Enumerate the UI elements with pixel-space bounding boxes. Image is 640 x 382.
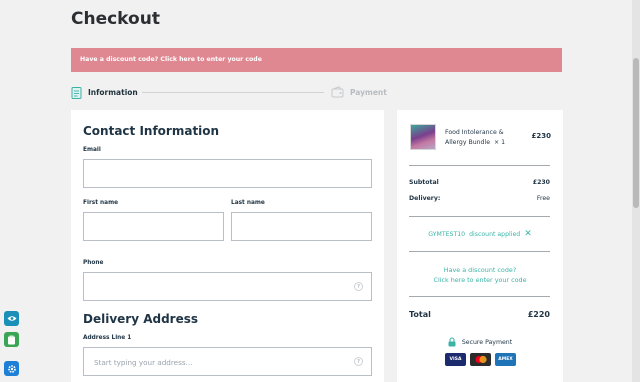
- amex-icon: AMEX: [495, 353, 516, 366]
- discount-link-text: Click here to enter your code: [433, 276, 527, 284]
- payment-cards: VISA AMEX: [445, 353, 516, 366]
- step-information-label: Information: [88, 87, 138, 97]
- discount-status: discount applied: [469, 230, 521, 238]
- step-payment-label: Payment: [350, 87, 387, 97]
- help-icon[interactable]: ?: [354, 357, 363, 366]
- product-quantity: × 1: [493, 139, 506, 146]
- step-information[interactable]: Information: [71, 84, 138, 100]
- delivery-label: Delivery:: [409, 195, 441, 202]
- total-value: £220: [527, 310, 550, 319]
- applied-discount: GYMTEST10 discount applied ✕: [397, 229, 563, 239]
- discount-question: Have a discount code?: [443, 266, 517, 274]
- product-thumbnail: [410, 124, 436, 150]
- divider: [409, 165, 550, 166]
- email-label: Email: [83, 147, 101, 153]
- first-name-field[interactable]: [83, 212, 224, 241]
- discount-code: GYMTEST10: [428, 230, 466, 238]
- clipboard-icon: [71, 86, 82, 99]
- discount-code-link[interactable]: Have a discount code? Click here to ente…: [397, 265, 563, 285]
- last-name-field[interactable]: [231, 212, 372, 241]
- address-line-1-label: Address Line 1: [83, 335, 132, 341]
- subtotal-label: Subtotal: [409, 179, 439, 186]
- checkout-form: Contact Information Email First name Las…: [71, 110, 384, 382]
- close-icon[interactable]: ✕: [524, 229, 532, 239]
- address-placeholder: Start typing your address...: [94, 358, 193, 367]
- product-price: £230: [531, 132, 551, 140]
- step-payment[interactable]: Payment: [331, 84, 387, 100]
- last-name-label: Last name: [231, 200, 265, 206]
- delivery-row: Delivery: Free: [409, 195, 550, 202]
- page-scrollbar[interactable]: [632, 0, 640, 382]
- subtotal-row: Subtotal £230: [409, 179, 550, 186]
- wallet-icon: [331, 86, 344, 98]
- clipboard-icon[interactable]: [4, 332, 19, 347]
- help-icon[interactable]: ?: [354, 282, 363, 291]
- divider: [409, 296, 550, 297]
- scrollbar-thumb[interactable]: [633, 58, 639, 208]
- lock-icon: [448, 337, 456, 347]
- secure-payment-label: Secure Payment: [461, 338, 513, 346]
- delivery-value: Free: [536, 195, 550, 202]
- divider: [409, 251, 550, 252]
- product-name: Food Intolerance & Allergy Bundle × 1: [445, 129, 506, 146]
- phone-label: Phone: [83, 260, 104, 266]
- delivery-address-heading: Delivery Address: [83, 312, 199, 326]
- divider: [409, 216, 550, 217]
- step-connector: [142, 92, 324, 93]
- visa-icon: VISA: [445, 353, 466, 366]
- first-name-label: First name: [83, 200, 119, 206]
- total-row: Total £220: [409, 310, 550, 319]
- checkout-stepper: Information Payment: [71, 84, 562, 100]
- total-label: Total: [409, 310, 431, 319]
- gear-icon[interactable]: [4, 361, 19, 376]
- mastercard-icon: [470, 353, 491, 366]
- phone-field[interactable]: ?: [83, 272, 372, 301]
- eye-icon[interactable]: [4, 311, 19, 326]
- subtotal-value: £230: [532, 179, 550, 186]
- discount-code-banner[interactable]: Have a discount code? Click here to ente…: [71, 48, 562, 72]
- secure-payment: Secure Payment: [397, 337, 563, 347]
- order-summary: Food Intolerance & Allergy Bundle × 1 £2…: [397, 110, 563, 382]
- page-title: Checkout: [71, 9, 160, 29]
- address-line-1-field[interactable]: Start typing your address... ?: [83, 347, 372, 376]
- email-field[interactable]: [83, 159, 372, 188]
- contact-information-heading: Contact Information: [83, 124, 220, 138]
